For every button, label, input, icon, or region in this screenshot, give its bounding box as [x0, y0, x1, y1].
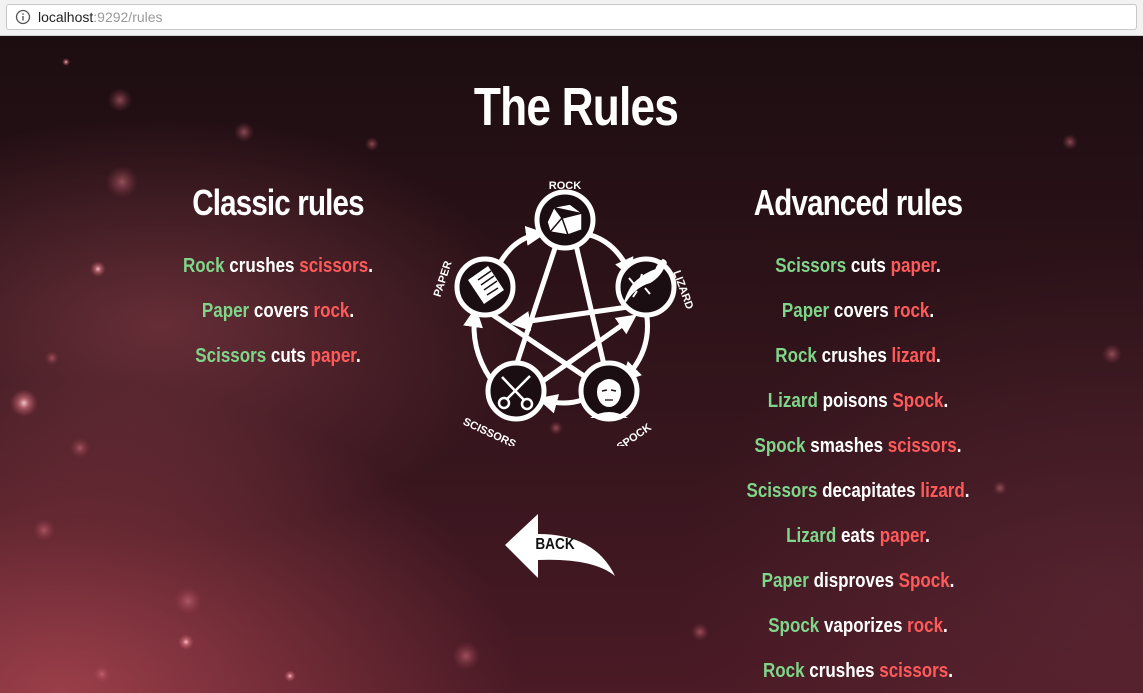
rule-loser: scissors — [887, 435, 957, 457]
rule-item: Rock crushes scissors. — [763, 660, 953, 682]
rule-verb: covers — [833, 300, 889, 322]
rule-verb: eats — [840, 525, 875, 547]
rule-item: Spock vaporizes rock. — [768, 615, 948, 637]
spock-node: SPOCK — [578, 360, 654, 446]
paper-node: PAPER — [432, 256, 516, 318]
rule-item: Scissors cuts paper. — [775, 255, 941, 277]
rule-verb: poisons — [822, 390, 888, 412]
rule-winner: Rock — [763, 660, 805, 682]
rule-winner: Scissors — [195, 345, 267, 367]
rule-loser: paper — [310, 345, 356, 367]
rule-loser: Spock — [898, 570, 950, 592]
rule-loser: lizard — [920, 480, 965, 502]
rule-loser: scissors — [879, 660, 949, 682]
rule-loser: lizard — [891, 345, 936, 367]
rule-verb: crushes — [821, 345, 887, 367]
rule-loser: paper — [890, 255, 936, 277]
rule-item: Lizard eats paper. — [786, 525, 930, 547]
url-field[interactable]: localhost:9292/rules — [6, 4, 1137, 30]
rule-verb: crushes — [229, 255, 295, 277]
rule-loser: Spock — [892, 390, 944, 412]
rule-verb: cuts — [850, 255, 886, 277]
rock-node: ROCK — [534, 180, 596, 251]
rule-verb: cuts — [270, 345, 306, 367]
rule-verb: decapitates — [822, 480, 916, 502]
rule-winner: Paper — [761, 570, 809, 592]
rule-winner: Spock — [754, 435, 806, 457]
rule-item: Scissors cuts paper. — [195, 345, 361, 367]
spock-label: SPOCK — [615, 421, 654, 446]
rule-verb: vaporizes — [823, 615, 903, 637]
rule-item: Rock crushes scissors. — [183, 255, 373, 277]
rock-label: ROCK — [549, 180, 581, 192]
advanced-rules-list: Scissors cuts paper. Paper covers rock. … — [708, 254, 1008, 693]
back-arrow-icon — [505, 514, 615, 578]
rule-item: Paper covers rock. — [201, 300, 355, 322]
rule-winner: Lizard — [786, 525, 837, 547]
rule-loser: paper — [879, 525, 926, 547]
url-text: localhost:9292/rules — [38, 9, 163, 25]
rule-verb: disproves — [813, 570, 894, 592]
url-host: localhost — [38, 9, 94, 25]
rule-winner: Rock — [775, 345, 817, 367]
rule-item: Rock crushes lizard. — [775, 345, 941, 367]
rule-item: Scissors decapitates lizard. — [746, 480, 970, 502]
back-button[interactable] — [503, 510, 617, 582]
rule-winner: Lizard — [767, 390, 818, 412]
rule-loser: rock — [893, 300, 930, 322]
rule-winner: Paper — [201, 300, 250, 322]
rule-winner: Paper — [781, 300, 830, 322]
page-title: The Rules — [473, 77, 679, 137]
paper-label: PAPER — [432, 260, 455, 299]
rule-winner: Scissors — [775, 255, 847, 277]
scissors-node: SCISSORS — [461, 360, 547, 446]
rule-winner: Rock — [183, 255, 225, 277]
rule-item: Paper disproves Spock. — [761, 570, 955, 592]
rule-loser: scissors — [299, 255, 369, 277]
rule-verb: smashes — [810, 435, 884, 457]
rule-loser: rock — [313, 300, 350, 322]
rule-item: Spock smashes scissors. — [754, 435, 962, 457]
browser-address-bar: localhost:9292/rules — [0, 0, 1143, 36]
classic-rules-list: Rock crushes scissors. Paper covers rock… — [128, 254, 428, 389]
advanced-rules-title: Advanced rules — [753, 182, 963, 223]
info-circle-icon[interactable] — [15, 9, 31, 25]
rules-page: The Rules Classic rules Rock crushes sci… — [0, 36, 1143, 693]
rule-verb: crushes — [809, 660, 875, 682]
rule-loser: rock — [907, 615, 944, 637]
rule-winner: Scissors — [746, 480, 818, 502]
rule-verb: covers — [253, 300, 309, 322]
classic-rules-title: Classic rules — [192, 182, 364, 223]
rule-item: Lizard poisons Spock. — [767, 390, 949, 412]
rpsls-diagram: ROCK LIZARD SPOCK SCISSORS PAPER — [432, 180, 696, 446]
rule-winner: Spock — [768, 615, 820, 637]
rule-item: Paper covers rock. — [781, 300, 935, 322]
url-path: :9292/rules — [93, 9, 163, 25]
lizard-node: LIZARD — [615, 256, 695, 318]
